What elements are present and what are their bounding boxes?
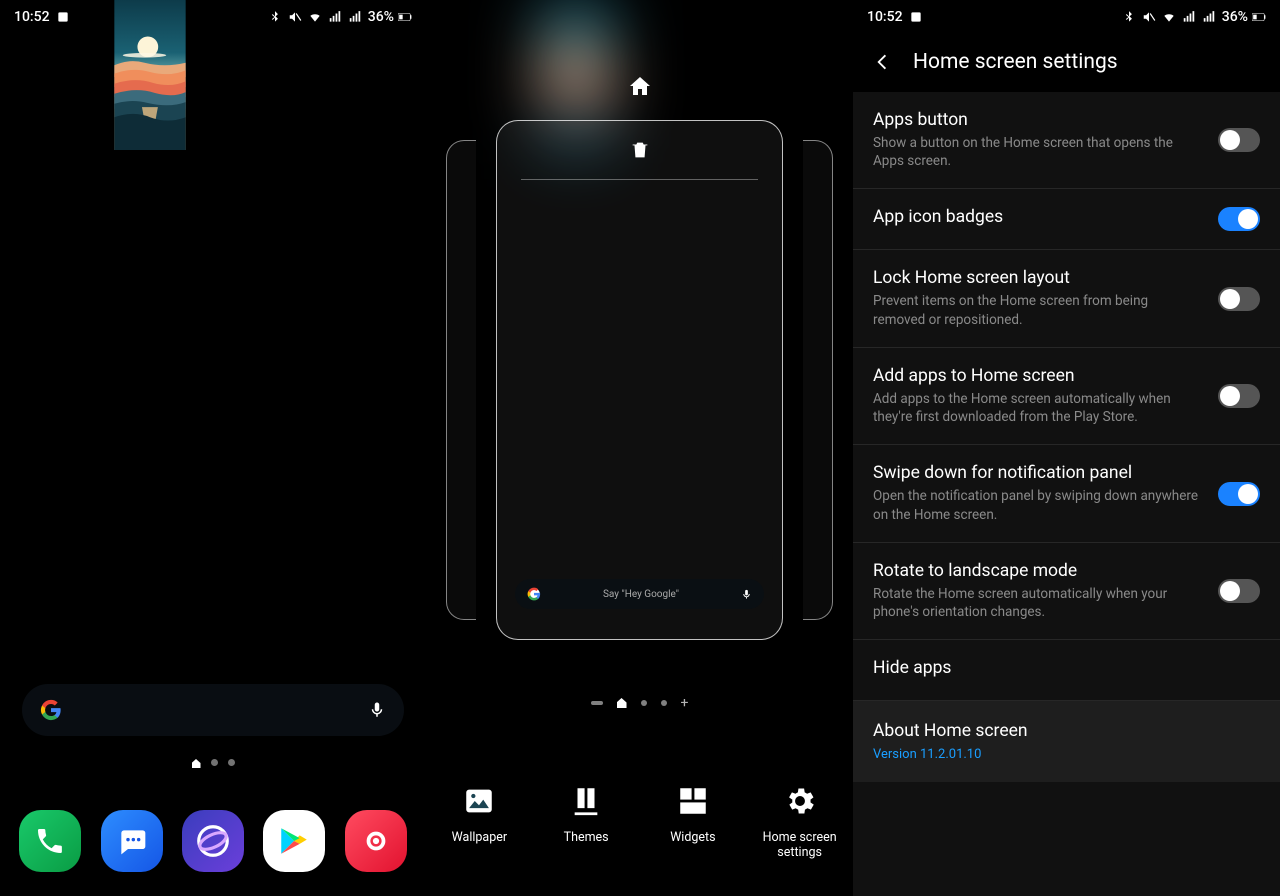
home-settings-button[interactable]: Home screen settings xyxy=(755,780,845,860)
toggle[interactable] xyxy=(1218,287,1260,311)
prev-page-card[interactable] xyxy=(446,140,476,620)
divider xyxy=(521,179,758,180)
page-dot xyxy=(228,759,235,766)
setting-apps-button[interactable]: Apps buttonShow a button on the Home scr… xyxy=(853,92,1280,189)
battery-percent: 36% xyxy=(368,9,394,25)
about-home-screen[interactable]: About Home screen Version 11.2.01.10 xyxy=(853,701,1280,782)
pager-segment xyxy=(591,701,603,705)
version-text: Version 11.2.01.10 xyxy=(873,747,1260,762)
google-search-bar[interactable] xyxy=(22,684,404,736)
phone-app[interactable] xyxy=(19,810,81,872)
status-bar: 10:52 36% xyxy=(0,0,426,34)
settings-list: Apps buttonShow a button on the Home scr… xyxy=(853,92,1280,896)
wallpaper-label: Wallpaper xyxy=(452,830,507,845)
settings-screen: 10:52 36% Home screen settings Apps butt… xyxy=(853,0,1280,896)
home-screen: 10:52 36% xyxy=(0,0,426,896)
clock: 10:52 xyxy=(867,9,903,25)
editor-action-row: Wallpaper Themes Widgets Home screen set… xyxy=(426,780,853,860)
status-bar: 10:52 36% xyxy=(853,0,1280,34)
mic-icon xyxy=(741,589,752,600)
mini-search-hint: Say "Hey Google" xyxy=(603,589,679,600)
clock: 10:52 xyxy=(14,9,50,25)
toggle[interactable] xyxy=(1218,384,1260,408)
home-editor-screen: Say "Hey Google" + Wallpaper Themes Widg… xyxy=(426,0,853,896)
home-settings-label: Home screen settings xyxy=(755,830,845,860)
next-page-card[interactable] xyxy=(803,140,833,620)
themes-label: Themes xyxy=(564,830,609,845)
notification-icon xyxy=(56,10,70,24)
page-indicator xyxy=(0,759,426,768)
battery-icon xyxy=(1252,10,1266,24)
setting-lock-layout[interactable]: Lock Home screen layoutPrevent items on … xyxy=(853,250,1280,347)
page-dot xyxy=(211,759,218,766)
toggle[interactable] xyxy=(1218,207,1260,231)
battery-icon xyxy=(398,10,412,24)
home-icon[interactable] xyxy=(628,74,652,102)
battery-percent: 36% xyxy=(1222,9,1248,25)
setting-swipe-notif[interactable]: Swipe down for notification panelOpen th… xyxy=(853,445,1280,542)
notification-icon xyxy=(909,10,923,24)
pager-dot xyxy=(661,700,667,706)
widgets-label: Widgets xyxy=(670,830,715,845)
bluetooth-icon xyxy=(268,10,282,24)
pager-add[interactable]: + xyxy=(681,696,689,710)
wifi-icon xyxy=(308,10,322,24)
mute-icon xyxy=(288,10,302,24)
editor-page-indicator: + xyxy=(426,696,853,710)
mic-icon[interactable] xyxy=(368,701,386,719)
back-icon[interactable] xyxy=(871,51,893,73)
delete-page-button[interactable] xyxy=(629,139,651,165)
setting-rotate[interactable]: Rotate to landscape modeRotate the Home … xyxy=(853,543,1280,640)
setting-add-apps[interactable]: Add apps to Home screenAdd apps to the H… xyxy=(853,348,1280,445)
google-logo-icon xyxy=(40,699,62,721)
play-store-app[interactable] xyxy=(263,810,325,872)
google-logo-icon xyxy=(527,587,541,601)
mute-icon xyxy=(1142,10,1156,24)
pager-dot xyxy=(641,700,647,706)
messages-app[interactable] xyxy=(101,810,163,872)
widgets-button[interactable]: Widgets xyxy=(648,780,738,860)
page-dot-home xyxy=(192,759,201,768)
signal-icon-2 xyxy=(1202,10,1216,24)
themes-button[interactable]: Themes xyxy=(541,780,631,860)
signal-icon xyxy=(1182,10,1196,24)
setting-hide-apps[interactable]: Hide apps xyxy=(853,640,1280,701)
setting-icon-badges[interactable]: App icon badges xyxy=(853,189,1280,250)
camera-app[interactable] xyxy=(345,810,407,872)
pager-home xyxy=(617,698,627,708)
wifi-icon xyxy=(1162,10,1176,24)
wallpaper-button[interactable]: Wallpaper xyxy=(434,780,524,860)
bluetooth-icon xyxy=(1122,10,1136,24)
signal-icon-2 xyxy=(348,10,362,24)
current-page-card[interactable]: Say "Hey Google" xyxy=(496,120,783,640)
dock xyxy=(0,810,426,872)
mini-search-widget[interactable]: Say "Hey Google" xyxy=(515,579,764,609)
page-title: Home screen settings xyxy=(913,50,1118,74)
signal-icon xyxy=(328,10,342,24)
toggle[interactable] xyxy=(1218,482,1260,506)
toggle[interactable] xyxy=(1218,128,1260,152)
toggle[interactable] xyxy=(1218,579,1260,603)
browser-app[interactable] xyxy=(182,810,244,872)
